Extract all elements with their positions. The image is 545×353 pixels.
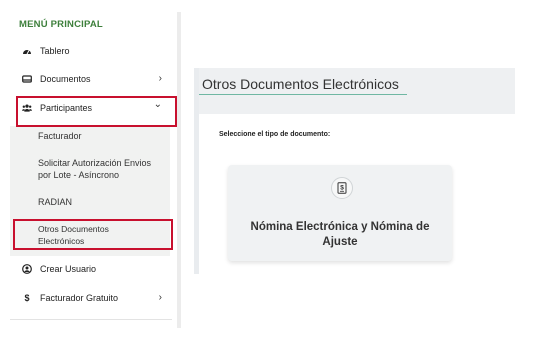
sidebar-divider xyxy=(10,319,172,320)
dashboard-icon xyxy=(22,46,32,56)
submenu-item-label-line1: Solicitar Autorización Envios xyxy=(38,158,152,168)
submenu-item-label: Facturador xyxy=(38,131,82,141)
user-circle-icon xyxy=(22,264,32,274)
sidebar-item-label: Documentos xyxy=(40,74,91,84)
inbox-icon xyxy=(22,74,32,84)
document-type-card[interactable]: $ Nómina Electrónica y Nómina de Ajuste xyxy=(228,165,452,261)
page-title: Otros Documentos Electrónicos xyxy=(202,76,399,92)
card-title: Nómina Electrónica y Nómina de Ajuste xyxy=(250,221,430,248)
submenu-item-label: RADIAN xyxy=(38,197,73,207)
sidebar-item-label: Crear Usuario xyxy=(40,264,97,274)
sidebar-item-label: Facturador Gratuito xyxy=(40,293,119,303)
sidebar-item-facturador-gratuito[interactable]: $ Facturador Gratuito › xyxy=(10,286,176,310)
title-underline xyxy=(199,94,407,95)
menu-title: MENÚ PRINCIPAL xyxy=(19,19,103,30)
receipt-dollar-icon: $ xyxy=(331,177,353,199)
page-header: Otros Documentos Electrónicos xyxy=(199,68,515,114)
sidebar-item-label: Tablero xyxy=(40,46,70,56)
chevron-right-icon: › xyxy=(158,292,162,303)
highlight-otros-documentos xyxy=(13,219,173,250)
dollar-icon: $ xyxy=(24,293,30,303)
highlight-participantes xyxy=(16,96,177,127)
sidebar-item-documentos[interactable]: Documentos › xyxy=(10,67,176,91)
sidebar-item-tablero[interactable]: Tablero xyxy=(10,39,176,63)
chevron-right-icon: › xyxy=(158,73,162,84)
sidebar-item-crear-usuario[interactable]: Crear Usuario xyxy=(10,257,176,281)
sidebar-scrollbar[interactable] xyxy=(177,12,181,328)
svg-text:$: $ xyxy=(340,185,344,192)
select-document-label: Seleccione el tipo de documento: xyxy=(219,131,331,138)
submenu-item-label-line2: por Lote - Asíncrono xyxy=(38,170,120,180)
